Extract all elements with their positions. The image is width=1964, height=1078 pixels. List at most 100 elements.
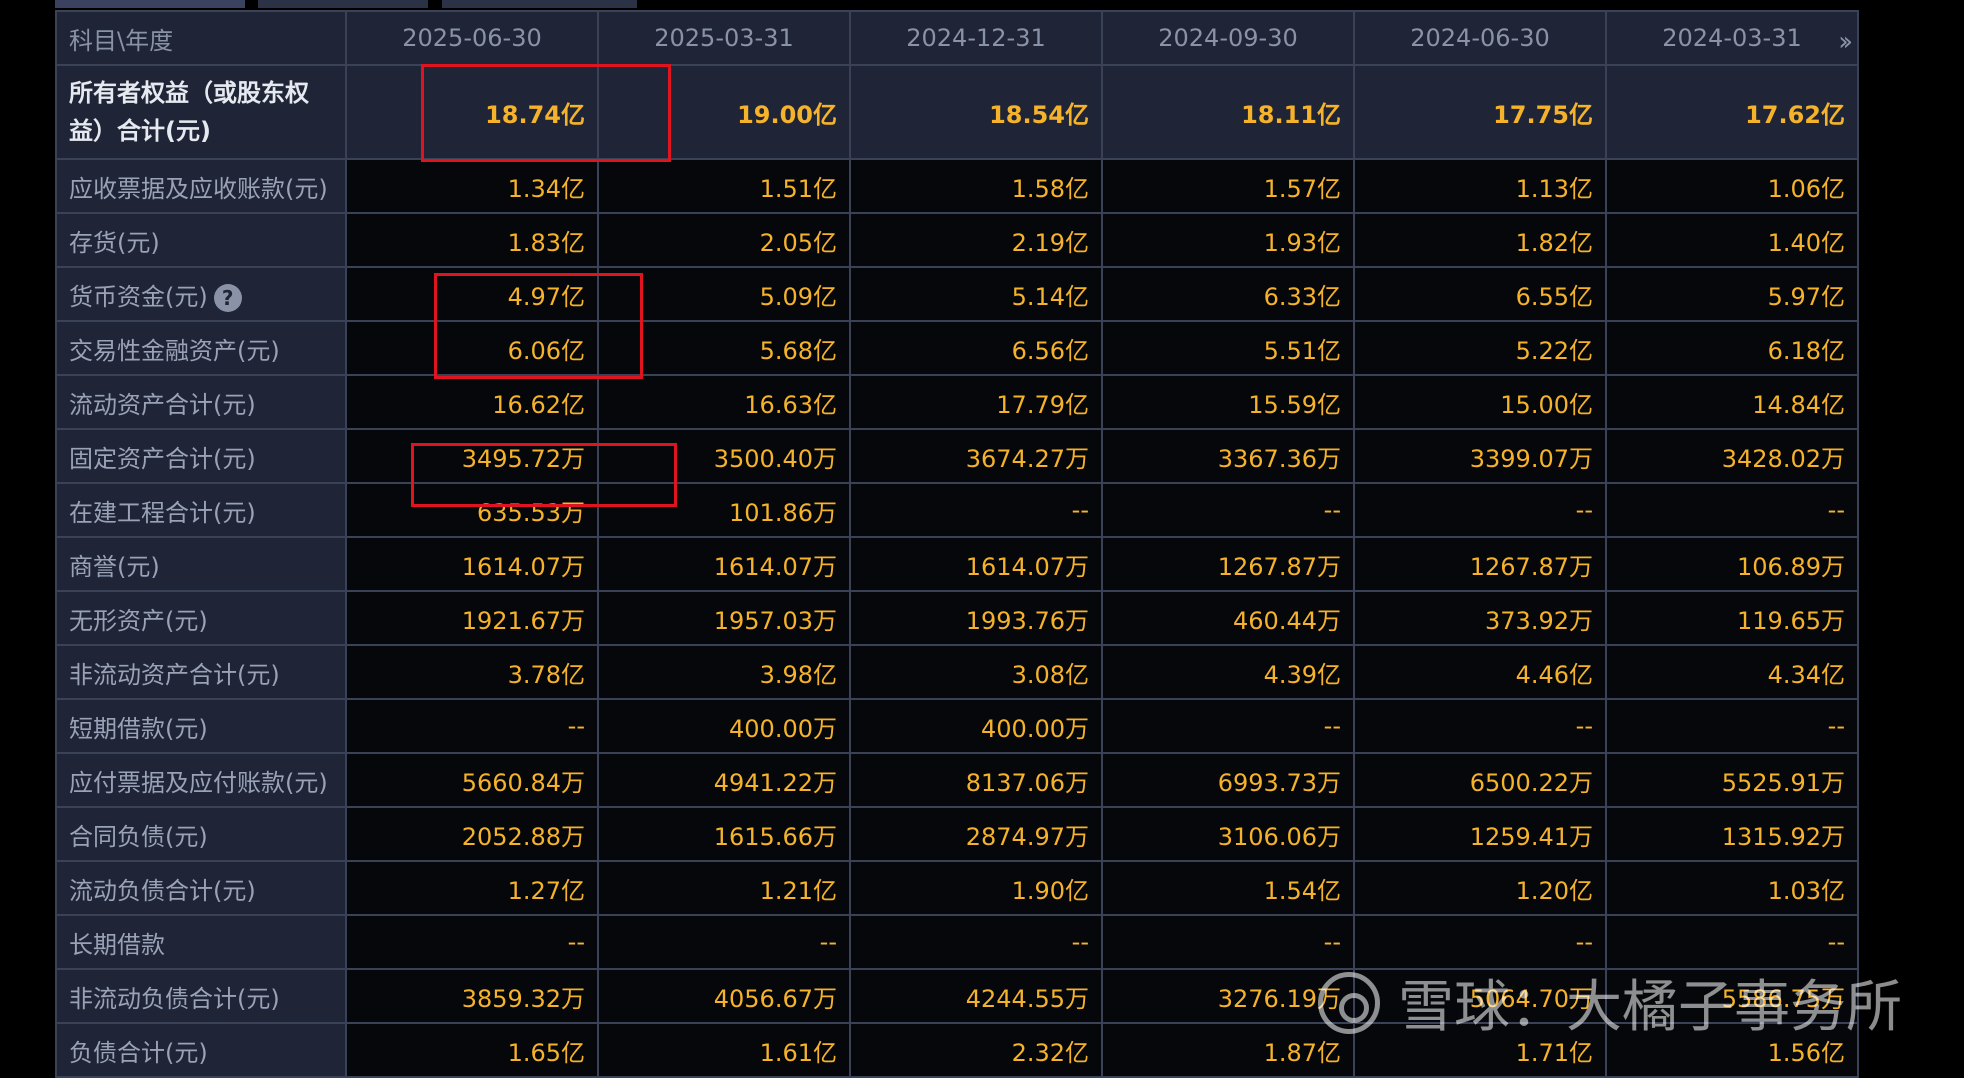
value-cell: 2.19亿 bbox=[849, 212, 1103, 268]
column-header-date[interactable]: 2024-12-31 bbox=[849, 10, 1103, 66]
table-row: 在建工程合计(元) 635.53万 101.86万 -- -- -- -- bbox=[55, 482, 1859, 538]
value-cell: 635.53万 bbox=[345, 482, 599, 538]
value-cell: 19.00亿 bbox=[597, 64, 851, 160]
value-cell: 3106.06万 bbox=[1101, 806, 1355, 862]
value-cell: 16.62亿 bbox=[345, 374, 599, 430]
value-cell: 5525.91万 bbox=[1605, 752, 1859, 808]
table-row: 长期借款 -- -- -- -- -- -- bbox=[55, 914, 1859, 970]
value-cell: 5.97亿 bbox=[1605, 266, 1859, 322]
value-cell: -- bbox=[1353, 914, 1607, 970]
value-cell: 1267.87万 bbox=[1101, 536, 1355, 592]
value-cell: 4.34亿 bbox=[1605, 644, 1859, 700]
row-label-cell: 在建工程合计(元) bbox=[55, 482, 347, 538]
table-row: 交易性金融资产(元) 6.06亿 5.68亿 6.56亿 5.51亿 5.22亿 6.18亿 bbox=[55, 320, 1859, 376]
row-label: 长期借款 bbox=[69, 930, 165, 959]
value-cell: 1.40亿 bbox=[1605, 212, 1859, 268]
value-cell: 1614.07万 bbox=[849, 536, 1103, 592]
top-tab-strip bbox=[0, 0, 1964, 10]
value-cell: 1.54亿 bbox=[1101, 860, 1355, 916]
value-cell: -- bbox=[345, 914, 599, 970]
value-cell: 1.03亿 bbox=[1605, 860, 1859, 916]
row-label-cell: 应付票据及应付账款(元) bbox=[55, 752, 347, 808]
value-cell: 17.75亿 bbox=[1353, 64, 1607, 160]
value-cell: -- bbox=[849, 482, 1103, 538]
double-chevron-right-icon[interactable]: ›› bbox=[1838, 27, 1853, 57]
value-cell: -- bbox=[1101, 914, 1355, 970]
value-cell: 3.78亿 bbox=[345, 644, 599, 700]
value-cell: 1.34亿 bbox=[345, 158, 599, 214]
value-cell: 6.18亿 bbox=[1605, 320, 1859, 376]
column-header-date[interactable]: 2025-03-31 bbox=[597, 10, 851, 66]
value-cell: 6500.22万 bbox=[1353, 752, 1607, 808]
value-cell: 1614.07万 bbox=[345, 536, 599, 592]
row-label-cell: 固定资产合计(元) bbox=[55, 428, 347, 484]
value-cell: 1259.41万 bbox=[1353, 806, 1607, 862]
table-row: 存货(元) 1.83亿 2.05亿 2.19亿 1.93亿 1.82亿 1.40亿 bbox=[55, 212, 1859, 268]
column-header-date[interactable]: 2024-09-30 bbox=[1101, 10, 1355, 66]
value-cell: -- bbox=[345, 698, 599, 754]
row-label-cell: 流动资产合计(元) bbox=[55, 374, 347, 430]
table-row: 所有者权益（或股东权益）合计(元) 18.74亿 19.00亿 18.54亿 18.11… bbox=[55, 64, 1859, 160]
value-cell: 1.58亿 bbox=[849, 158, 1103, 214]
table-row: 合同负债(元) 2052.88万 1615.66万 2874.97万 3106.06万 1… bbox=[55, 806, 1859, 862]
value-cell: 106.89万 bbox=[1605, 536, 1859, 592]
value-cell: 3367.36万 bbox=[1101, 428, 1355, 484]
table-body: 所有者权益（或股东权益）合计(元) 18.74亿 19.00亿 18.54亿 18.11… bbox=[55, 64, 1859, 1078]
value-cell: 460.44万 bbox=[1101, 590, 1355, 646]
value-cell: 1.13亿 bbox=[1353, 158, 1607, 214]
value-cell: 2.05亿 bbox=[597, 212, 851, 268]
value-cell: 8137.06万 bbox=[849, 752, 1103, 808]
value-cell: 17.62亿 bbox=[1605, 64, 1859, 160]
row-label-cell: 长期借款 bbox=[55, 914, 347, 970]
table-row: 应付票据及应付账款(元) 5660.84万 4941.22万 8137.06万 6993… bbox=[55, 752, 1859, 808]
row-label: 非流动资产合计(元) bbox=[69, 660, 280, 689]
table-row: 商誉(元) 1614.07万 1614.07万 1614.07万 1267.87万 126… bbox=[55, 536, 1859, 592]
value-cell: 400.00万 bbox=[597, 698, 851, 754]
value-cell: 18.54亿 bbox=[849, 64, 1103, 160]
value-cell: 1267.87万 bbox=[1353, 536, 1607, 592]
table-row: 固定资产合计(元) 3495.72万 3500.40万 3674.27万 3367.36… bbox=[55, 428, 1859, 484]
value-cell: 1614.07万 bbox=[597, 536, 851, 592]
value-cell: -- bbox=[1101, 482, 1355, 538]
value-cell: 119.65万 bbox=[1605, 590, 1859, 646]
header-label: 科目\年度 bbox=[55, 10, 347, 66]
tab-2[interactable] bbox=[258, 0, 428, 8]
row-label: 所有者权益（或股东权益）合计(元) bbox=[69, 79, 309, 145]
value-cell: 4.39亿 bbox=[1101, 644, 1355, 700]
value-cell: 5660.84万 bbox=[345, 752, 599, 808]
column-header-date-last[interactable]: 2024-03-31 ›› bbox=[1605, 10, 1859, 66]
tab-active[interactable] bbox=[55, 0, 245, 8]
value-cell: 4.46亿 bbox=[1353, 644, 1607, 700]
value-cell: -- bbox=[1605, 698, 1859, 754]
value-cell: 101.86万 bbox=[597, 482, 851, 538]
balance-sheet-table-container: 科目\年度 2025-06-30 2025-03-31 2024-12-31 2… bbox=[55, 10, 1859, 1078]
table-row: 无形资产(元) 1921.67万 1957.03万 1993.76万 460.44万 37… bbox=[55, 590, 1859, 646]
row-label-cell: 所有者权益（或股东权益）合计(元) bbox=[55, 64, 347, 160]
row-label-cell: 应收票据及应收账款(元) bbox=[55, 158, 347, 214]
value-cell: 5.51亿 bbox=[1101, 320, 1355, 376]
table-row: 非流动资产合计(元) 3.78亿 3.98亿 3.08亿 4.39亿 4.46亿 4.34亿 bbox=[55, 644, 1859, 700]
value-cell: 1.82亿 bbox=[1353, 212, 1607, 268]
value-cell: 1.20亿 bbox=[1353, 860, 1607, 916]
value-cell: 1.57亿 bbox=[1101, 158, 1355, 214]
row-label: 应付票据及应付账款(元) bbox=[69, 768, 328, 797]
question-mark-icon[interactable]: ? bbox=[213, 283, 242, 312]
column-header-date[interactable]: 2024-06-30 bbox=[1353, 10, 1607, 66]
value-cell: 2.32亿 bbox=[849, 1022, 1103, 1078]
value-cell: 6.55亿 bbox=[1353, 266, 1607, 322]
value-cell: 5.68亿 bbox=[597, 320, 851, 376]
column-header-date[interactable]: 2025-06-30 bbox=[345, 10, 599, 66]
value-cell: 1.93亿 bbox=[1101, 212, 1355, 268]
row-label-cell: 交易性金融资产(元) bbox=[55, 320, 347, 376]
value-cell: 3500.40万 bbox=[597, 428, 851, 484]
table-header-row: 科目\年度 2025-06-30 2025-03-31 2024-12-31 2… bbox=[55, 10, 1859, 66]
value-cell: -- bbox=[597, 914, 851, 970]
value-cell: 18.74亿 bbox=[345, 64, 599, 160]
row-label: 存货(元) bbox=[69, 228, 160, 257]
row-label-cell: 非流动负债合计(元) bbox=[55, 968, 347, 1024]
value-cell: 1921.67万 bbox=[345, 590, 599, 646]
row-label: 固定资产合计(元) bbox=[69, 444, 256, 473]
row-label: 非流动负债合计(元) bbox=[69, 984, 280, 1013]
value-cell: 1.61亿 bbox=[597, 1022, 851, 1078]
tab-3[interactable] bbox=[442, 0, 637, 8]
